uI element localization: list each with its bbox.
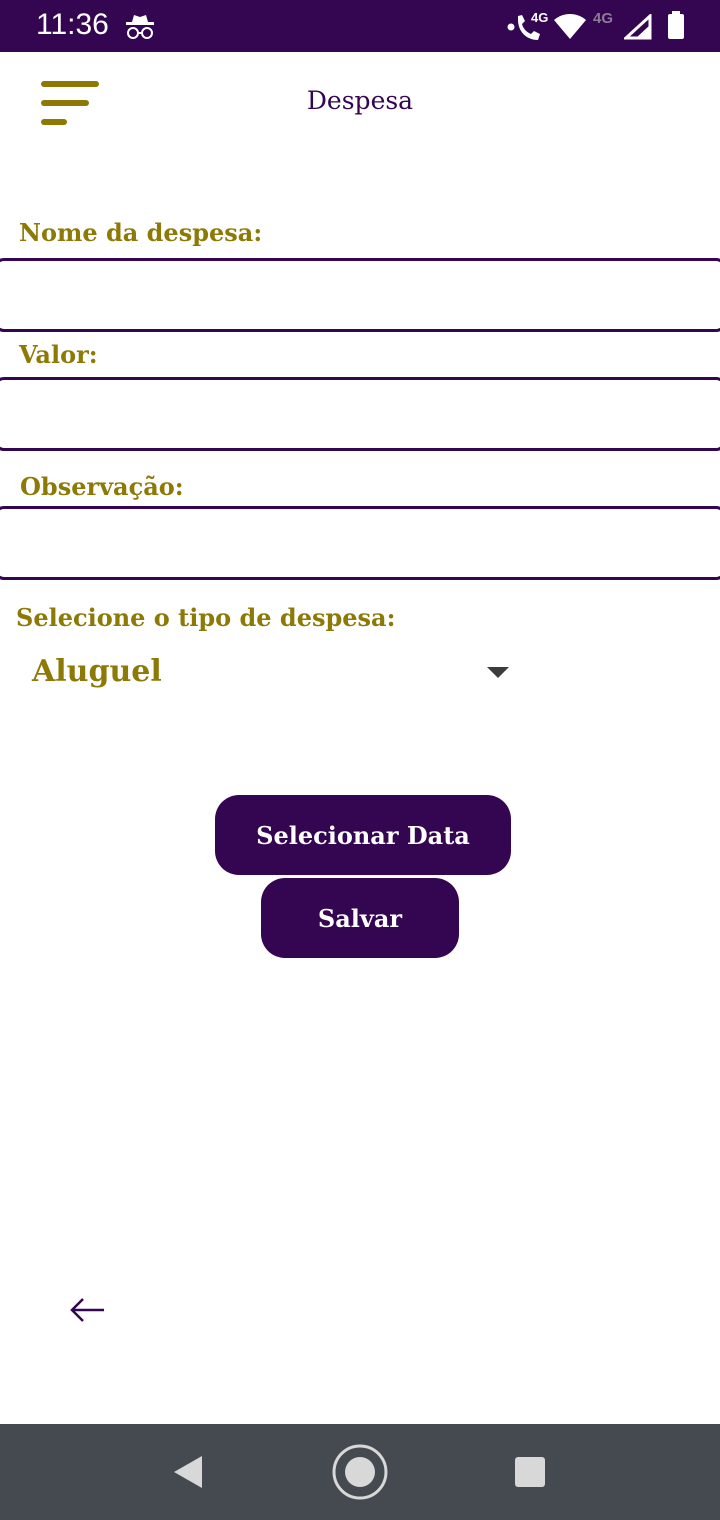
- incognito-icon: [124, 12, 156, 46]
- dropdown-caret-icon[interactable]: [487, 667, 509, 678]
- wifi-icon: [553, 12, 587, 44]
- recents-square-icon[interactable]: [513, 1455, 547, 1493]
- note-label: Observação:: [20, 472, 184, 501]
- page-title: Despesa: [306, 86, 414, 115]
- expense-type-label: Selecione o tipo de despesa:: [16, 603, 396, 632]
- note-input[interactable]: [0, 506, 720, 580]
- cell-signal-icon: [622, 12, 652, 44]
- value-label: Valor:: [19, 340, 98, 369]
- value-input[interactable]: [0, 377, 720, 451]
- select-date-button[interactable]: Selecionar Data: [215, 795, 511, 875]
- expense-name-input[interactable]: [0, 258, 720, 332]
- save-button[interactable]: Salvar: [261, 878, 459, 958]
- expense-name-label: Nome da despesa:: [19, 218, 263, 247]
- home-circle-icon[interactable]: [331, 1443, 389, 1505]
- back-arrow-icon[interactable]: [68, 1294, 108, 1328]
- network-type-label-2: 4G: [593, 10, 614, 27]
- expense-type-value: Aluguel: [32, 654, 162, 689]
- network-type-label: 4G: [531, 10, 549, 25]
- battery-icon: [666, 10, 686, 44]
- status-time: 11:36: [36, 8, 109, 41]
- status-bar: 11:36 4G 4G: [0, 0, 720, 52]
- back-triangle-icon[interactable]: [170, 1454, 206, 1494]
- system-nav-bar: [0, 1424, 720, 1520]
